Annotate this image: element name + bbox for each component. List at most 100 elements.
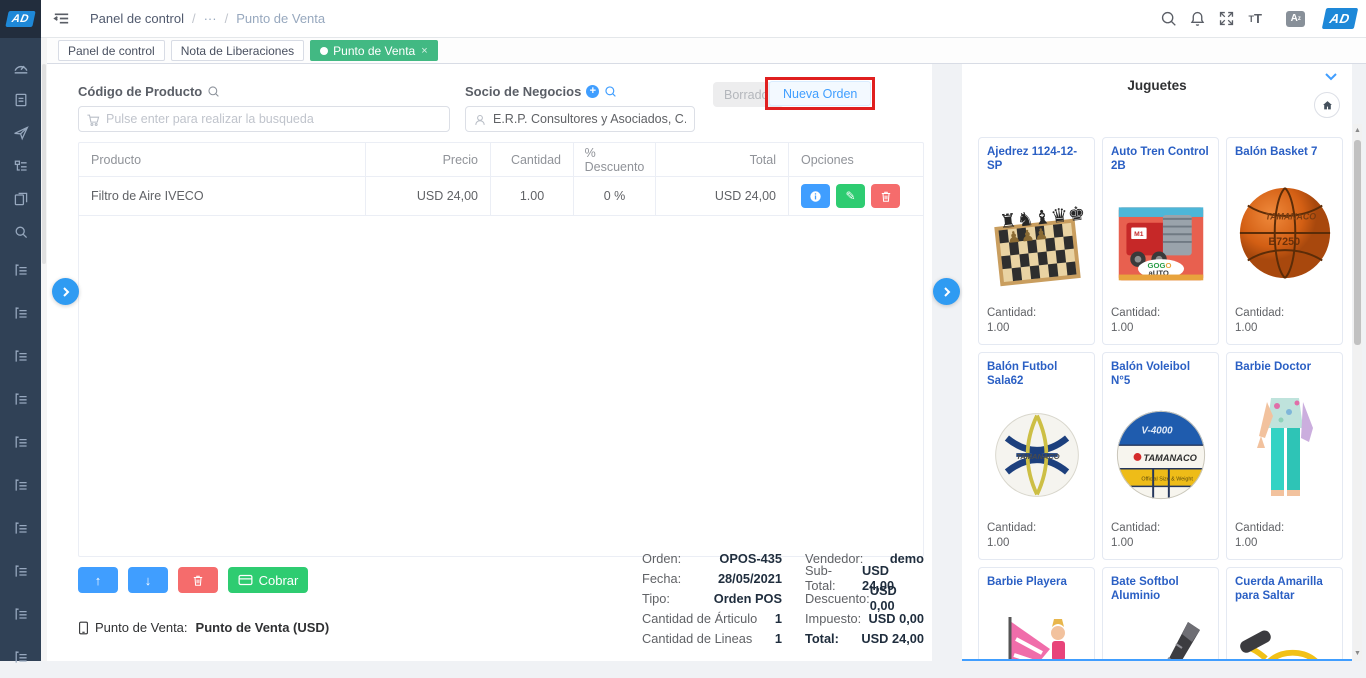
documents-copy-icon [13, 191, 29, 207]
sidebar-item-send[interactable] [0, 116, 41, 149]
summary-line: Tipo:Orden POS [642, 588, 782, 608]
sidebar-item-menu-1[interactable] [0, 248, 41, 291]
product-card[interactable]: Bate Softbol Aluminio Cantidad:1.00 [1102, 567, 1219, 661]
product-image-doll-doctor [1235, 375, 1334, 521]
col-descuento: % Descuento [574, 143, 656, 176]
line-info-button[interactable] [801, 184, 830, 208]
scroll-down-arrow[interactable]: ▼ [1353, 649, 1362, 659]
font-size-icon[interactable]: TT [1245, 9, 1265, 29]
product-image-volleyball: V-4000 TAMANACO Official Size & Weight [1111, 389, 1210, 521]
product-name-link[interactable]: Ajedrez 1124-12-SP [987, 145, 1086, 174]
tab-label: Nota de Liberaciones [181, 44, 294, 58]
product-image-bat [1111, 604, 1210, 661]
sidebar-item-menu-4[interactable] [0, 377, 41, 420]
business-partner-label-text: Socio de Negocios [465, 84, 581, 99]
search-icon[interactable] [207, 85, 220, 98]
business-partner-input[interactable] [465, 106, 695, 132]
product-name-link[interactable]: Barbie Doctor [1235, 360, 1334, 375]
pos-order-panel: Código de Producto Socio de Negocios + B… [47, 64, 932, 661]
product-grid: Ajedrez 1124-12-SP ♜♞♝♛♚ [978, 137, 1343, 661]
product-card[interactable]: Barbie Playera Cantidad:1.00 [978, 567, 1095, 661]
line-delete-button[interactable] [871, 184, 900, 208]
add-partner-icon[interactable]: + [586, 85, 599, 98]
quantity-label: Cantidad: [987, 521, 1086, 537]
product-card[interactable]: Ajedrez 1124-12-SP ♜♞♝♛♚ [978, 137, 1095, 345]
terminal-icon [78, 621, 89, 635]
sidebar-scrollbar[interactable] [41, 38, 47, 661]
breadcrumb-ellipsis[interactable]: ··· [184, 11, 217, 26]
dashboard-gauge-icon [12, 58, 30, 76]
new-order-button[interactable]: Nueva Orden [769, 81, 871, 106]
order-lines-table: Producto Precio Cantidad % Descuento Tot… [78, 142, 924, 557]
product-search-input[interactable] [78, 106, 450, 132]
product-name-link[interactable]: Balón Voleibol N°5 [1111, 360, 1210, 389]
tab-panel-de-control[interactable]: Panel de control [58, 40, 165, 61]
sidebar-item-menu-5[interactable] [0, 420, 41, 463]
move-down-button[interactable]: ↓ [128, 567, 168, 593]
delete-order-button[interactable] [178, 567, 218, 593]
catalog-scrollbar[interactable]: ▲ ▼ [1353, 124, 1362, 661]
user-avatar-logo[interactable]: AD [1322, 8, 1358, 29]
sidebar-item-menu-10[interactable] [0, 635, 41, 678]
pos-terminal-info: Punto de Venta: Punto de Venta (USD) [78, 620, 329, 635]
quantity-value: 1.00 [1235, 321, 1334, 337]
tab-nota-de-liberaciones[interactable]: Nota de Liberaciones [171, 40, 304, 61]
sidebar-item-dashboard[interactable] [0, 50, 41, 83]
search-partner-icon[interactable] [604, 85, 617, 98]
expand-left-panel-button[interactable] [52, 278, 79, 305]
product-name-link[interactable]: Balón Basket 7 [1235, 145, 1334, 160]
product-card[interactable]: Balón Voleibol N°5 V-4000 [1102, 352, 1219, 560]
sidebar-item-menu-3[interactable] [0, 334, 41, 377]
sidebar-item-menu-6[interactable] [0, 463, 41, 506]
catalog-scroll-thumb[interactable] [1354, 140, 1361, 345]
language-icon[interactable]: Az [1286, 11, 1305, 27]
sidebar-item-document[interactable] [0, 83, 41, 116]
product-card[interactable]: Cuerda Amarilla para Saltar Cantidad:1.0 [1226, 567, 1343, 661]
order-summary: Orden:OPOS-435 Fecha:28/05/2021 Tipo:Ord… [642, 548, 924, 648]
line-edit-button[interactable]: ✎ [836, 184, 865, 208]
svg-text:TAMANACO: TAMANACO [1143, 453, 1197, 463]
product-name-link[interactable]: Barbie Playera [987, 575, 1086, 590]
breadcrumb-item[interactable]: Panel de control [90, 11, 184, 26]
product-name-link[interactable]: Cuerda Amarilla para Saltar [1235, 575, 1334, 604]
app-logo-small[interactable]: AD [0, 0, 41, 38]
sidebar-collapse-icon[interactable] [53, 11, 70, 26]
sidebar-item-tree[interactable] [0, 149, 41, 182]
summary-line-total: Total:USD 24,00 [805, 628, 924, 648]
product-name-link[interactable]: Auto Tren Control 2B [1111, 145, 1210, 174]
sidebar-item-menu-8[interactable] [0, 549, 41, 592]
product-name-link[interactable]: Balón Futbol Sala62 [987, 360, 1086, 389]
product-name-link[interactable]: Bate Softbol Aluminio [1111, 575, 1210, 604]
quantity-value: 1.00 [1111, 321, 1210, 337]
sidebar-item-menu-7[interactable] [0, 506, 41, 549]
product-card[interactable]: Auto Tren Control 2B M1 GOGO [1102, 137, 1219, 345]
header-search-icon[interactable] [1158, 9, 1178, 29]
product-card[interactable]: Balón Basket 7 TAMANACO B7250 Cantidad:1… [1226, 137, 1343, 345]
sidebar-item-menu-2[interactable] [0, 291, 41, 334]
product-card[interactable]: Barbie Doctor Cantidad:1.00 [1226, 352, 1343, 560]
product-image-soccer-ball: TAMANACO [987, 389, 1086, 521]
table-row[interactable]: Filtro de Aire IVECO USD 24,00 1.00 0 % … [79, 177, 923, 216]
notifications-bell-icon[interactable] [1187, 9, 1207, 29]
fullscreen-icon[interactable] [1216, 9, 1236, 29]
summary-line: Fecha:28/05/2021 [642, 568, 782, 588]
expand-right-panel-button[interactable] [933, 278, 960, 305]
tab-punto-de-venta-active[interactable]: Punto de Venta [310, 40, 438, 61]
svg-text:V-4000: V-4000 [1141, 425, 1173, 436]
sidebar-item-search[interactable] [0, 215, 41, 248]
sidebar-scroll-thumb[interactable] [42, 64, 46, 264]
menu-list-icon [13, 477, 29, 493]
quantity-label: Cantidad: [1235, 521, 1334, 537]
sidebar-item-menu-9[interactable] [0, 592, 41, 635]
card-icon [238, 574, 253, 586]
col-opciones: Opciones [789, 143, 923, 176]
move-up-button[interactable]: ↑ [78, 567, 118, 593]
checkout-button[interactable]: Cobrar [228, 567, 308, 593]
annotation-highlight: Nueva Orden [765, 77, 875, 110]
scroll-up-arrow[interactable]: ▲ [1353, 126, 1362, 136]
sidebar-item-copy[interactable] [0, 182, 41, 215]
chevron-down-icon[interactable] [1324, 72, 1338, 81]
product-card[interactable]: Balón Futbol Sala62 TAMANACO Cantidad:1.… [978, 352, 1095, 560]
catalog-home-button[interactable] [1314, 92, 1340, 118]
terminal-value: Punto de Venta (USD) [196, 620, 330, 635]
